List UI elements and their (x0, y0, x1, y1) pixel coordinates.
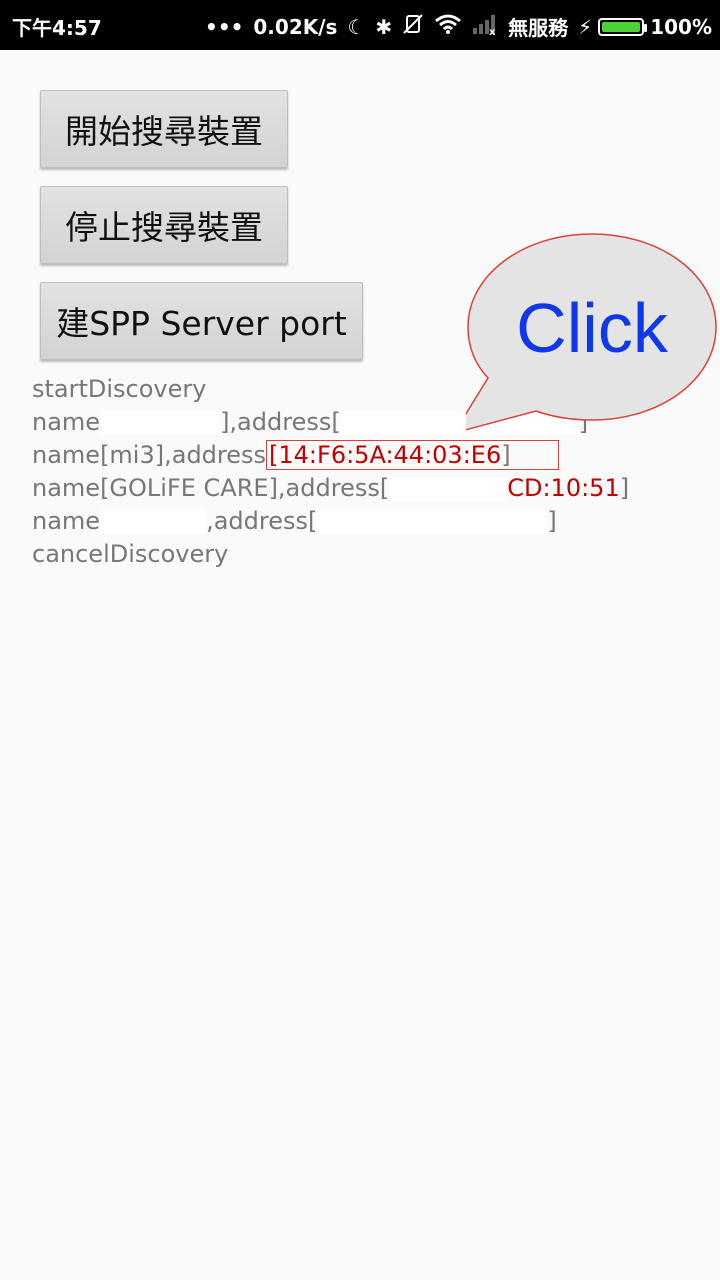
log-text: name[mi3],address (32, 441, 267, 469)
log-text: ] (619, 474, 630, 502)
highlighted-address[interactable]: [14:F6:5A:44:03:E6] (266, 440, 560, 470)
mute-vibrate-icon (402, 13, 424, 40)
signal-icon: x (472, 13, 498, 40)
svg-text:x: x (489, 27, 496, 35)
redacted-name (100, 411, 221, 435)
battery-icon (598, 17, 648, 36)
battery-fill (602, 21, 641, 32)
more-dots-icon: ••• (205, 14, 244, 39)
log-text: name (32, 408, 101, 436)
log-line: name[mi3],address [14:F6:5A:44:03:E6] (32, 439, 712, 472)
charging-icon: ⚡ (578, 14, 593, 39)
battery-percent: 100% (650, 14, 712, 39)
log-line: name[GOLiFE CARE],address[ CD:10:51] (32, 472, 712, 505)
status-icons: ••• 0.02K/s ☾ ✱ x 無服務 ⚡ 100% (205, 12, 712, 41)
redacted-name (100, 510, 207, 534)
device-address: [14:F6:5A:44:03:E6 (269, 441, 502, 469)
device-address: CD:10:51 (507, 474, 620, 502)
callout-text: Click (516, 289, 668, 367)
service-status: 無服務 (508, 16, 569, 40)
start-discovery-button[interactable]: 開始搜尋裝置 (40, 90, 288, 168)
log-line: cancelDiscovery (32, 540, 229, 568)
spp-server-button[interactable]: 建SPP Server port (40, 282, 363, 360)
redacted-address (317, 510, 548, 534)
log-text: ],address[ (220, 408, 341, 436)
stop-discovery-button[interactable]: 停止搜尋裝置 (40, 186, 288, 264)
log-text: ] (547, 507, 557, 535)
click-callout: Click (466, 233, 718, 431)
log-text: name (32, 507, 101, 535)
status-time: 下午4:57 (12, 16, 102, 40)
battery-indicator: ⚡ 100% (578, 15, 712, 39)
log-line: name ,address[] (32, 505, 712, 538)
log-text: name[GOLiFE CARE],address[ (32, 474, 390, 502)
log-text: ,address[ (206, 507, 318, 535)
status-bar: 下午4:57 ••• 0.02K/s ☾ ✱ x 無服務 ⚡ 100% (0, 0, 720, 50)
network-speed: 0.02K/s (253, 14, 338, 39)
wifi-icon (434, 13, 462, 40)
log-text: ] (501, 441, 511, 469)
moon-icon: ☾ (347, 14, 366, 39)
bluetooth-icon: ✱ (375, 14, 393, 39)
redacted-address (389, 477, 508, 501)
